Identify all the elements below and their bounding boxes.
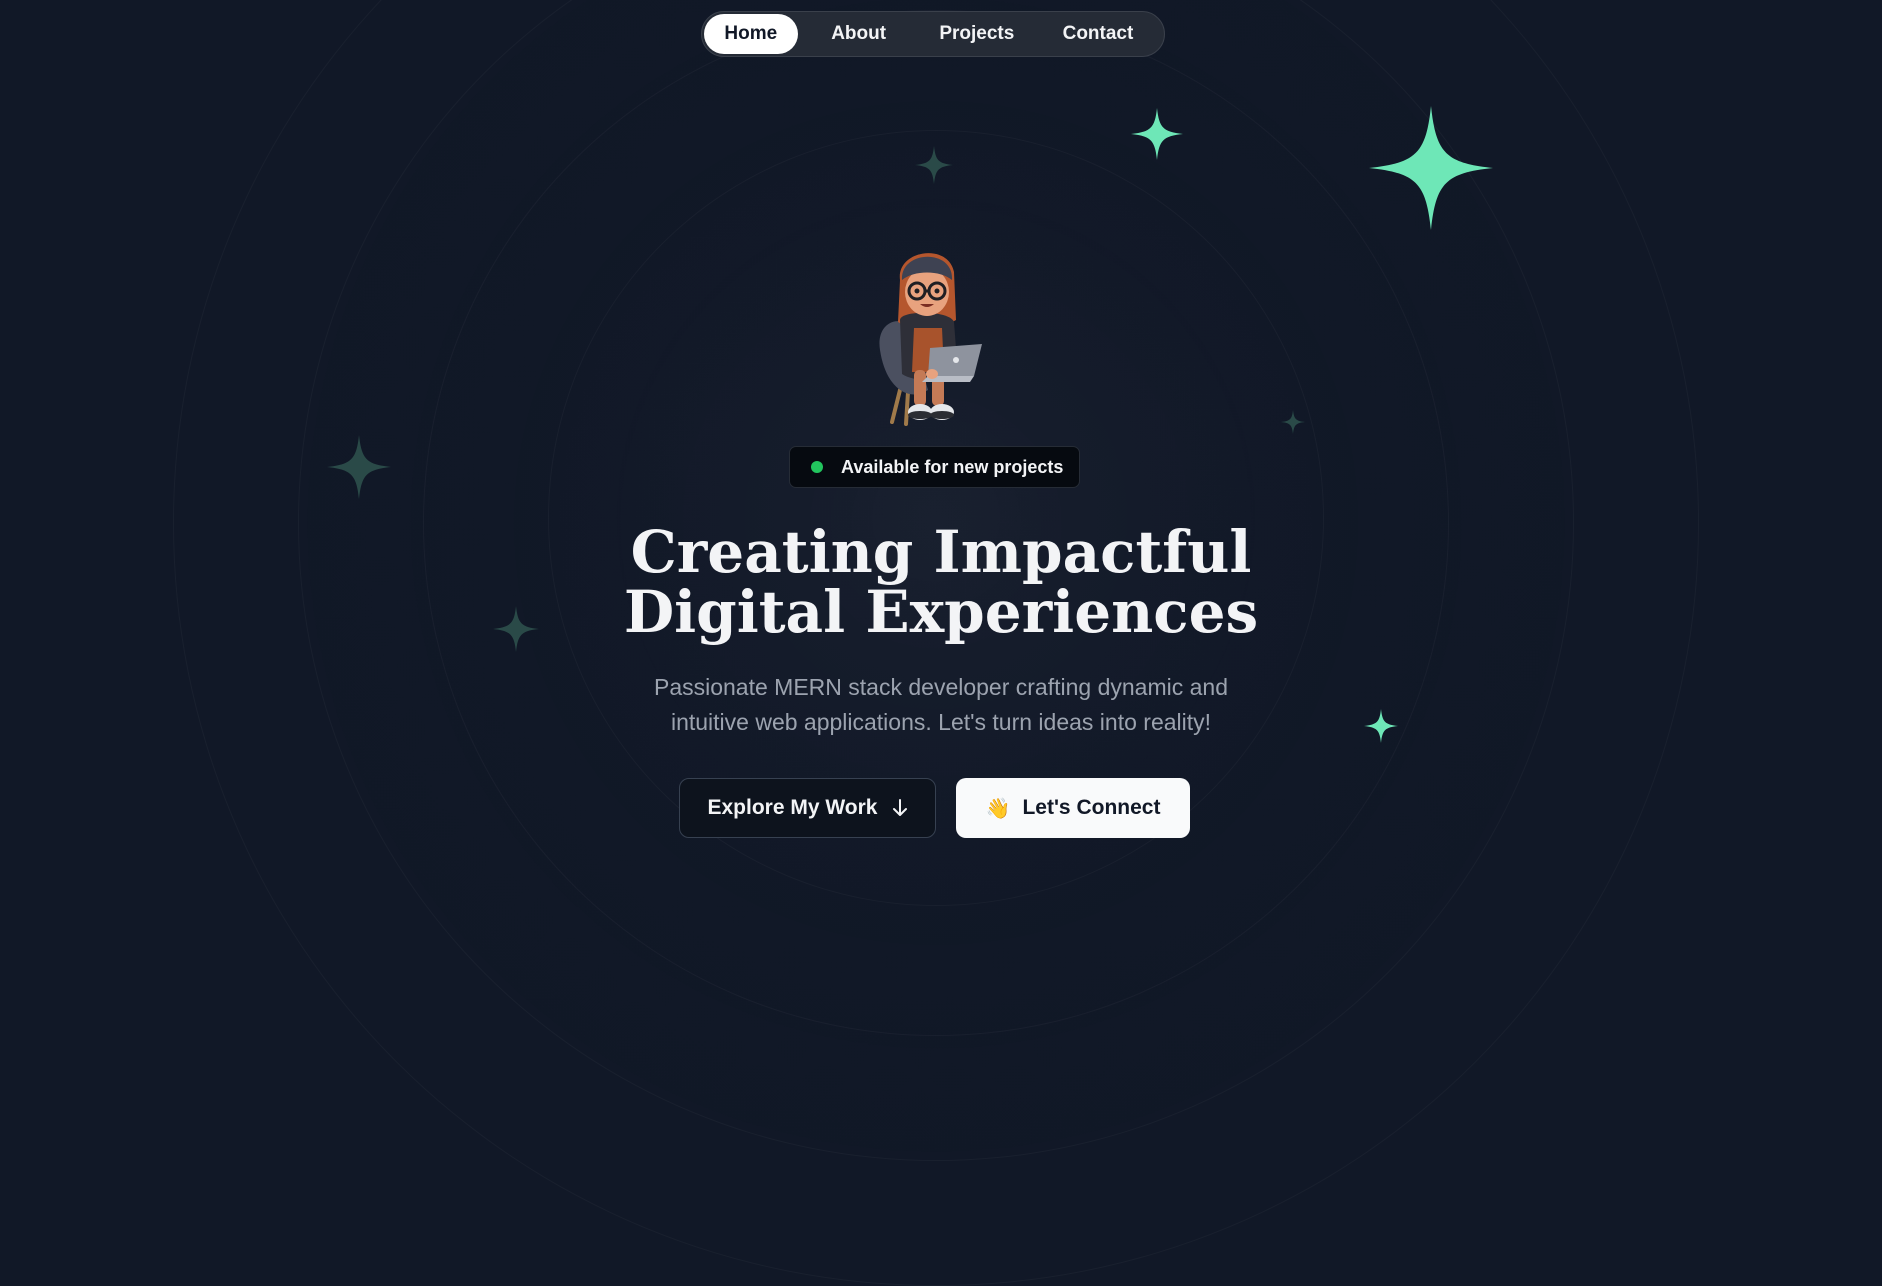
- nav-item-projects[interactable]: Projects: [920, 14, 1034, 54]
- developer-avatar: [870, 240, 990, 430]
- sparkle-icon: [1364, 709, 1398, 743]
- status-dot-icon: [811, 461, 823, 473]
- explore-work-label: Explore My Work: [707, 796, 878, 819]
- lets-connect-button[interactable]: 👋 Let's Connect: [956, 778, 1190, 838]
- nav-item-contact[interactable]: Contact: [1034, 14, 1162, 54]
- lets-connect-label: Let's Connect: [1022, 796, 1161, 819]
- waving-hand-icon: 👋: [985, 797, 1011, 820]
- hero-headline: Creating Impactful Digital Experiences: [541, 522, 1341, 642]
- nav-item-home[interactable]: Home: [704, 14, 798, 54]
- sparkle-icon: [1131, 108, 1183, 160]
- availability-text: Available for new projects: [841, 456, 1064, 477]
- subtitle-line-1: Passionate MERN stack developer crafting…: [653, 674, 1228, 700]
- headline-line-2: Digital Experiences: [623, 578, 1259, 646]
- sparkle-icon: [1368, 106, 1494, 230]
- subtitle-line-2: intuitive web applications. Let's turn i…: [670, 709, 1212, 735]
- arrow-down-icon: [892, 799, 908, 817]
- hero-subtitle: Passionate MERN stack developer crafting…: [591, 670, 1291, 740]
- sparkle-icon: [493, 606, 539, 652]
- sparkle-icon: [915, 146, 953, 184]
- explore-work-button[interactable]: Explore My Work: [679, 778, 936, 838]
- availability-badge: Available for new projects: [789, 446, 1080, 488]
- sparkle-icon: [1281, 410, 1305, 434]
- nav-item-about[interactable]: About: [798, 14, 920, 54]
- sparkle-icon: [327, 435, 391, 499]
- top-navigation: Home About Projects Contact: [701, 11, 1165, 57]
- headline-line-1: Creating Impactful: [630, 518, 1252, 586]
